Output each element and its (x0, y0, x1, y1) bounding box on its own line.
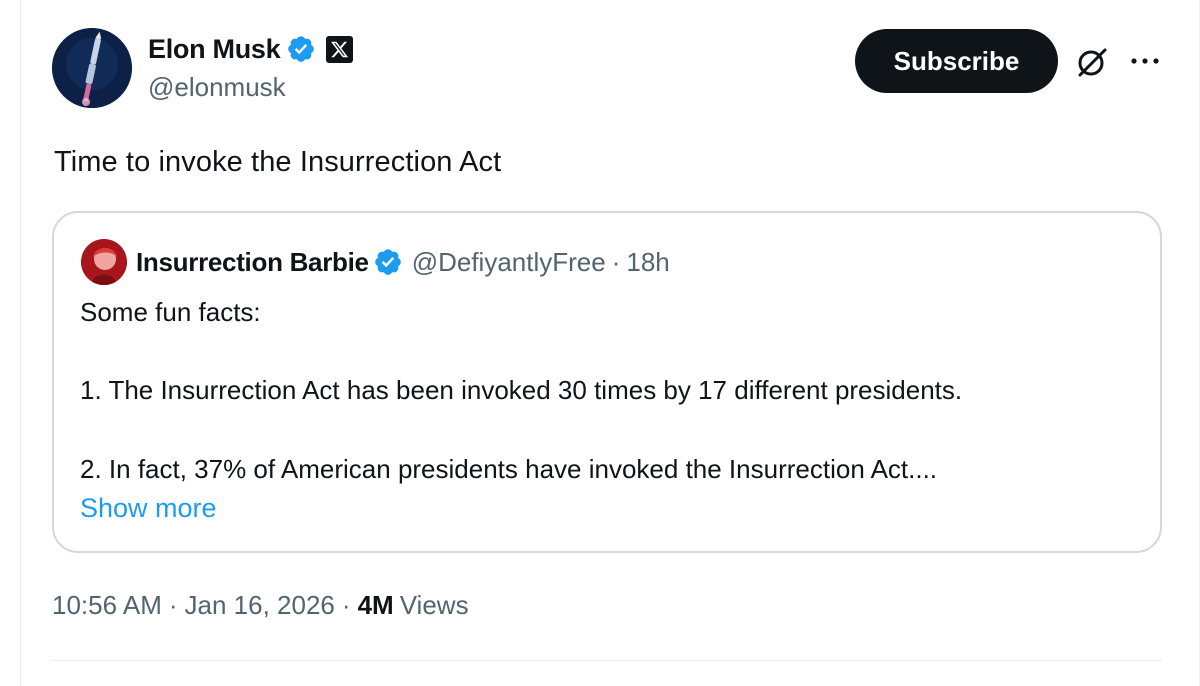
quoted-author-avatar[interactable] (81, 239, 127, 285)
subscribe-button[interactable]: Subscribe (855, 29, 1058, 93)
author-handle[interactable]: @elonmusk (148, 72, 286, 103)
grok-icon[interactable] (1074, 44, 1110, 80)
separator-dot: · (168, 590, 178, 620)
divider (52, 660, 1162, 661)
tweet-time[interactable]: 10:56 AM (52, 590, 162, 621)
tweet-page: Elon Musk @elonmusk Subscribe Time to in… (0, 0, 1200, 686)
x-logo-icon (326, 35, 354, 63)
show-more-link[interactable]: Show more (80, 493, 217, 524)
verified-badge-icon[interactable] (286, 34, 316, 64)
quoted-author-name[interactable]: Insurrection Barbie (136, 247, 369, 278)
quoted-header[interactable]: Insurrection Barbie @DefiyantlyFree · 18… (136, 245, 670, 279)
tweet-date[interactable]: Jan 16, 2026 (185, 590, 335, 621)
more-icon[interactable] (1128, 46, 1162, 76)
quoted-tweet-card[interactable]: Insurrection Barbie @DefiyantlyFree · 18… (52, 211, 1162, 553)
verified-badge-icon[interactable] (373, 247, 403, 277)
separator-dot: · (341, 590, 351, 620)
quoted-timestamp[interactable]: 18h (626, 247, 669, 278)
views-label[interactable]: Views (400, 590, 469, 621)
quoted-text-line: Some fun facts: (80, 297, 261, 327)
quoted-author-handle[interactable]: @DefiyantlyFree (412, 247, 606, 278)
views-count[interactable]: 4M (358, 590, 394, 621)
tweet-meta: 10:56 AM · Jan 16, 2026 · 4M Views (52, 590, 469, 621)
tweet-text: Time to invoke the Insurrection Act (54, 146, 502, 178)
left-border (20, 0, 21, 686)
author-avatar[interactable] (52, 28, 132, 108)
quoted-text-line: 2. In fact, 37% of American presidents h… (80, 454, 938, 484)
quoted-text-line: 1. The Insurrection Act has been invoked… (80, 375, 963, 405)
author-name-row[interactable]: Elon Musk (148, 32, 354, 66)
author-name[interactable]: Elon Musk (148, 34, 281, 65)
separator-dot: · (611, 246, 621, 277)
